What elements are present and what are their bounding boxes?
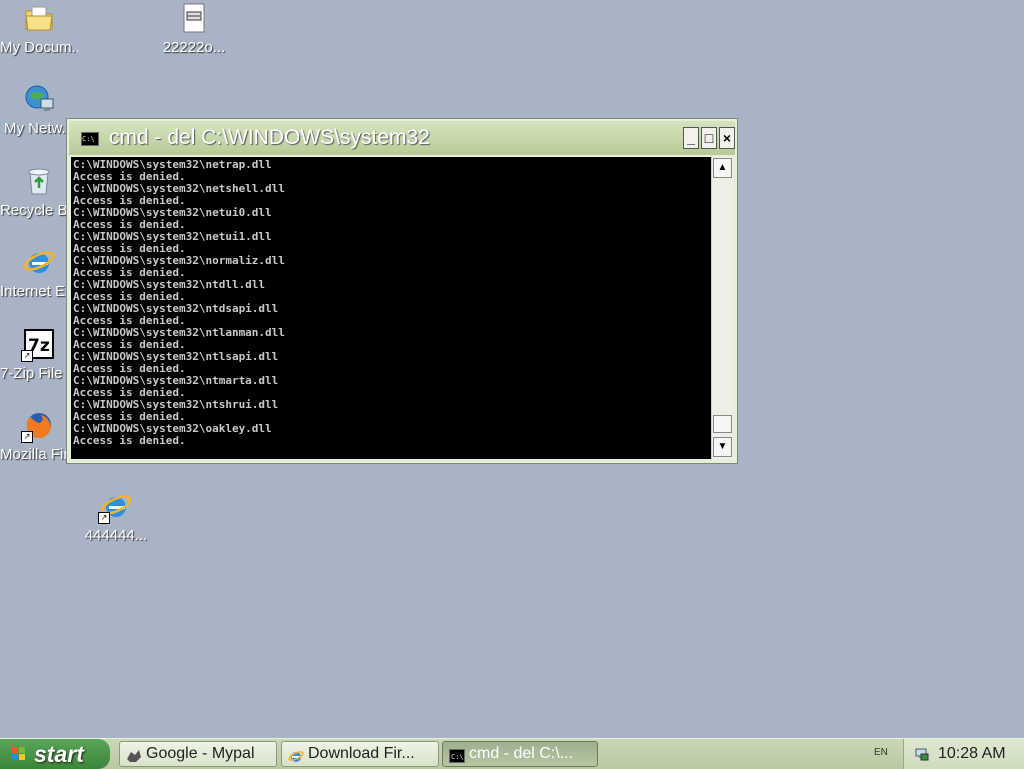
windows-logo-icon [12, 747, 26, 761]
cmd-icon: C:\ [81, 132, 99, 146]
minimize-button[interactable]: _ [683, 127, 699, 149]
scroll-up-button[interactable]: ▲ [713, 158, 732, 178]
7zip-icon: 7z ↗ [21, 328, 55, 362]
shortcut-arrow-icon: ↗ [21, 431, 33, 443]
shortcut-arrow-icon: ↗ [21, 350, 33, 362]
console-output[interactable]: C:\WINDOWS\system32\netrap.dll Access is … [71, 157, 711, 459]
start-label: start [34, 741, 84, 767]
maximize-button[interactable]: □ [701, 127, 717, 149]
cmd-icon: C:\ [449, 747, 465, 763]
task-label: Download Fir... [308, 745, 415, 762]
folder-documents-icon [23, 2, 55, 34]
taskbar: start Google - Mypal Download Fir... C:\… [0, 738, 1024, 769]
task-label: cmd - del C:\... [469, 745, 574, 762]
clock[interactable]: 10:28 AM [938, 739, 1006, 769]
network-tray-icon[interactable] [914, 746, 930, 762]
window-titlebar[interactable]: C:\ cmd - del C:\WINDOWS\system32 _ □ × [69, 121, 735, 155]
desktop-icon-label: My Docum... [0, 39, 78, 56]
desktop-icon-44444[interactable]: ↗ 444444... [77, 490, 155, 545]
mypal-icon [126, 747, 142, 762]
task-google-mypal[interactable]: Google - Mypal [119, 741, 277, 767]
internet-explorer-icon [288, 747, 304, 762]
firefox-icon: ↗ [21, 409, 55, 443]
scroll-down-button[interactable]: ▼ [713, 437, 732, 457]
desktop-icon-label: 444444... [84, 527, 148, 544]
language-indicator[interactable]: EN [874, 747, 888, 758]
svg-text:C:\: C:\ [451, 753, 464, 761]
console-line: Access is denied. [73, 434, 186, 447]
window-title: cmd - del C:\WINDOWS\system32 [109, 126, 430, 149]
desktop-icon-22222[interactable]: 22222o... [155, 2, 233, 57]
desktop-icon-my-documents[interactable]: My Docum... [0, 2, 78, 57]
desktop-icon-label: 22222o... [162, 39, 226, 56]
internet-explorer-icon: ↗ [98, 490, 132, 524]
task-cmd[interactable]: C:\ cmd - del C:\... [442, 741, 598, 767]
task-download-firefox[interactable]: Download Fir... [281, 741, 439, 767]
system-tray: 10:28 AM [903, 739, 1024, 769]
text-file-icon [178, 2, 210, 34]
shortcut-arrow-icon: ↗ [98, 512, 110, 524]
close-button[interactable]: × [719, 127, 735, 149]
scroll-thumb[interactable] [713, 415, 732, 433]
recycle-bin-icon [23, 165, 55, 197]
start-button[interactable]: start [0, 739, 110, 769]
vertical-scrollbar[interactable]: ▲ ▼ [711, 157, 733, 459]
cmd-window[interactable]: C:\ cmd - del C:\WINDOWS\system32 _ □ × … [66, 118, 738, 464]
task-label: Google - Mypal [146, 745, 255, 762]
network-places-icon [23, 83, 55, 115]
internet-explorer-icon [23, 246, 55, 278]
